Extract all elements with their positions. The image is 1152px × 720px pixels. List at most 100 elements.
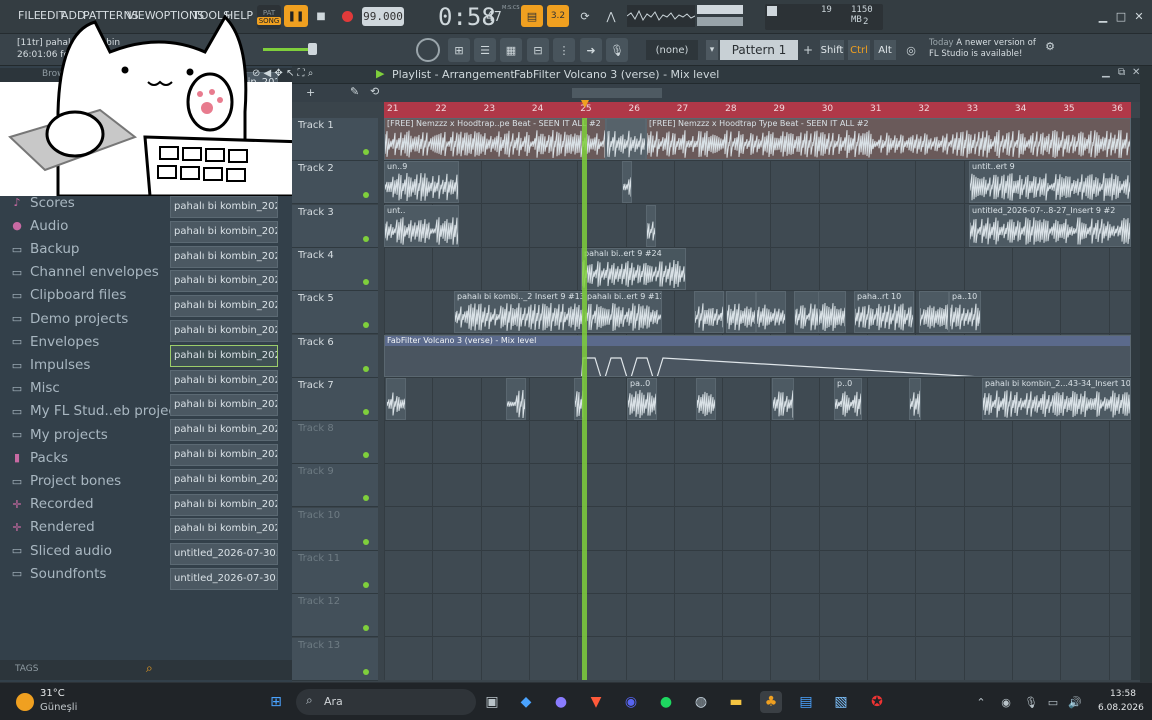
- browser-item[interactable]: ▭ Project bones: [10, 470, 121, 492]
- playlist-close-icon[interactable]: ✕: [1132, 67, 1140, 78]
- browser-file[interactable]: pahalı bi kombin_2026-0...: [170, 295, 278, 318]
- minimize-button[interactable]: ▁: [1096, 9, 1110, 23]
- track-header[interactable]: Track 13: [292, 637, 378, 681]
- track-active-led[interactable]: [363, 278, 369, 285]
- browser-file[interactable]: pahalı bi kombin_2026-0...: [170, 220, 278, 243]
- audio-clip[interactable]: [646, 204, 656, 247]
- track-header[interactable]: Track 3: [292, 204, 378, 248]
- track-lane[interactable]: [384, 551, 1131, 594]
- loop-record-button[interactable]: ⟳: [574, 5, 596, 27]
- clock-time[interactable]: 13:58: [1110, 689, 1136, 699]
- browser-item[interactable]: ▭ Soundfonts: [10, 563, 107, 585]
- track-active-led[interactable]: [363, 495, 369, 502]
- browser-file[interactable]: pahalı bi kombin_2026-0...: [170, 270, 278, 293]
- track-active-led[interactable]: [363, 538, 369, 545]
- track-header[interactable]: Track 8: [292, 421, 378, 465]
- alt-modifier[interactable]: Alt: [874, 40, 896, 60]
- arrangement-grid[interactable]: [FREE] Nemzzz x Hoodtrap..pe Beat - SEEN…: [384, 118, 1131, 680]
- audio-clip[interactable]: untit..ert 9: [969, 161, 1131, 204]
- copilot-icon[interactable]: ◆: [515, 691, 537, 713]
- audio-clip[interactable]: untitled_2026-07-..8-27_Insert 9 #2: [969, 204, 1131, 247]
- snap-dropdown[interactable]: ▾: [706, 40, 718, 60]
- browser-item[interactable]: ▭ Impulses: [10, 354, 91, 376]
- track-active-led[interactable]: [363, 235, 369, 242]
- track-header[interactable]: Track 7: [292, 377, 378, 421]
- add-pattern-button[interactable]: +: [802, 40, 814, 60]
- playlist-context[interactable]: FabFilter Volcano 3 (verse) - Mix level: [514, 68, 719, 81]
- app-icon[interactable]: ✪: [866, 691, 888, 713]
- track-active-led[interactable]: [363, 365, 369, 372]
- browser-file[interactable]: pahalı bi kombin_2026-0...: [170, 369, 278, 392]
- track-header[interactable]: Track 4: [292, 247, 378, 291]
- audio-clip[interactable]: [919, 291, 949, 334]
- photos-icon[interactable]: ▧: [830, 691, 852, 713]
- shift-modifier[interactable]: Shift: [820, 40, 844, 60]
- browser-file[interactable]: pahalı bi kombin_2026-0...: [170, 245, 278, 268]
- track-lane[interactable]: [384, 248, 1131, 291]
- audio-clip[interactable]: pahalı bi kombin_2...43-34_Insert 10: [982, 377, 1131, 420]
- browser-item[interactable]: ▭ Sliced audio: [10, 540, 112, 562]
- news-button[interactable]: ◎: [900, 40, 922, 60]
- weather-temp[interactable]: 31°C: [40, 688, 65, 699]
- track-header[interactable]: Track 10: [292, 507, 378, 551]
- close-button[interactable]: ✕: [1132, 9, 1146, 23]
- audio-clip[interactable]: [606, 118, 646, 160]
- audio-clip[interactable]: [726, 291, 756, 334]
- browser-item[interactable]: ▭ My FL Stud..eb projects: [10, 400, 188, 422]
- browser-item[interactable]: ✛ Rendered: [10, 516, 94, 538]
- tempo-display[interactable]: 99.000: [362, 7, 404, 26]
- volume-icon[interactable]: 🔊: [1064, 691, 1086, 713]
- metronome-button[interactable]: ▤: [521, 5, 543, 27]
- add-track-icon[interactable]: +: [306, 86, 315, 99]
- track-active-led[interactable]: [363, 149, 369, 155]
- audio-clip[interactable]: [818, 291, 846, 334]
- browser-item[interactable]: ▭ My projects: [10, 424, 108, 446]
- horizontal-scrollbar[interactable]: [572, 88, 662, 98]
- browser-file[interactable]: pahalı bi kombin_2026-0...: [170, 468, 278, 491]
- mixer-button[interactable]: ⊟: [527, 38, 549, 62]
- browser-item[interactable]: ▭ Misc: [10, 377, 60, 399]
- tuner-button[interactable]: ⋀: [600, 5, 622, 27]
- browser-item[interactable]: ▭ Envelopes: [10, 331, 100, 353]
- track-header[interactable]: Track 9: [292, 464, 378, 508]
- audio-clip[interactable]: [FREE] Nemzzz x Hoodtrap Type Beat - SEE…: [646, 118, 1131, 160]
- vertical-scrollbar[interactable]: [1131, 118, 1140, 680]
- microphone-tray-icon[interactable]: 🎙: [1020, 691, 1042, 713]
- timeline-ruler[interactable]: 21 22 23 24 25 26 27 28 29 30 31 32 33 34 35 36: [384, 102, 1131, 118]
- audio-clip[interactable]: pahalı bi..ert 9 #13: [584, 291, 662, 334]
- clock-date[interactable]: 6.08.2026: [1098, 703, 1144, 713]
- browser-file[interactable]: pahalı bi kombin_2026-0...: [170, 419, 278, 442]
- audio-clip[interactable]: un..9: [384, 161, 459, 204]
- audio-clip[interactable]: [909, 377, 921, 420]
- automation-clip[interactable]: FabFilter Volcano 3 (verse) - Mix level: [384, 334, 1131, 377]
- playlist-tools-icon[interactable]: ⊘ ◀ ✥ ↖ ⛶ ⌕: [252, 68, 313, 79]
- fl-studio-icon[interactable]: ♣: [760, 691, 782, 713]
- spotify-icon[interactable]: ●: [655, 691, 677, 713]
- track-header[interactable]: Track 12: [292, 594, 378, 638]
- track-active-led[interactable]: [363, 625, 369, 632]
- browser-item[interactable]: ● Audio: [10, 215, 68, 237]
- track-lane[interactable]: [384, 594, 1131, 638]
- countdown-button[interactable]: 3.2: [547, 5, 569, 27]
- audio-clip[interactable]: [696, 377, 716, 420]
- audio-clip[interactable]: [FREE] Nemzzz x Hoodtrap..pe Beat - SEEN…: [384, 118, 606, 160]
- track-lane[interactable]: [384, 464, 1131, 508]
- network-icon[interactable]: ▭: [1042, 691, 1064, 713]
- tray-chevron-icon[interactable]: ⌃: [970, 691, 992, 713]
- browser-button[interactable]: ➜: [580, 38, 602, 62]
- store-icon[interactable]: ▤: [795, 691, 817, 713]
- stop-button[interactable]: ■: [310, 5, 332, 27]
- update-button[interactable]: ⚙: [1042, 38, 1058, 54]
- browser-file[interactable]: pahalı bi kombin_2026-0...: [170, 493, 278, 516]
- search-box[interactable]: ⌕ Ara: [296, 689, 476, 715]
- browser-file[interactable]: pahalı bi kombin_2026-0...: [170, 444, 278, 466]
- track-active-led[interactable]: [363, 322, 369, 329]
- ctrl-modifier[interactable]: Ctrl: [848, 40, 870, 60]
- record-audio-button[interactable]: 🎙: [606, 38, 628, 62]
- track-lane[interactable]: [384, 508, 1131, 551]
- piano-roll-button[interactable]: ▦: [500, 38, 522, 62]
- channel-rack-button[interactable]: ☰: [474, 38, 496, 62]
- task-view-icon[interactable]: ▣: [481, 691, 503, 713]
- audio-clip[interactable]: [506, 377, 526, 420]
- playlist-button[interactable]: ⊞: [448, 38, 470, 62]
